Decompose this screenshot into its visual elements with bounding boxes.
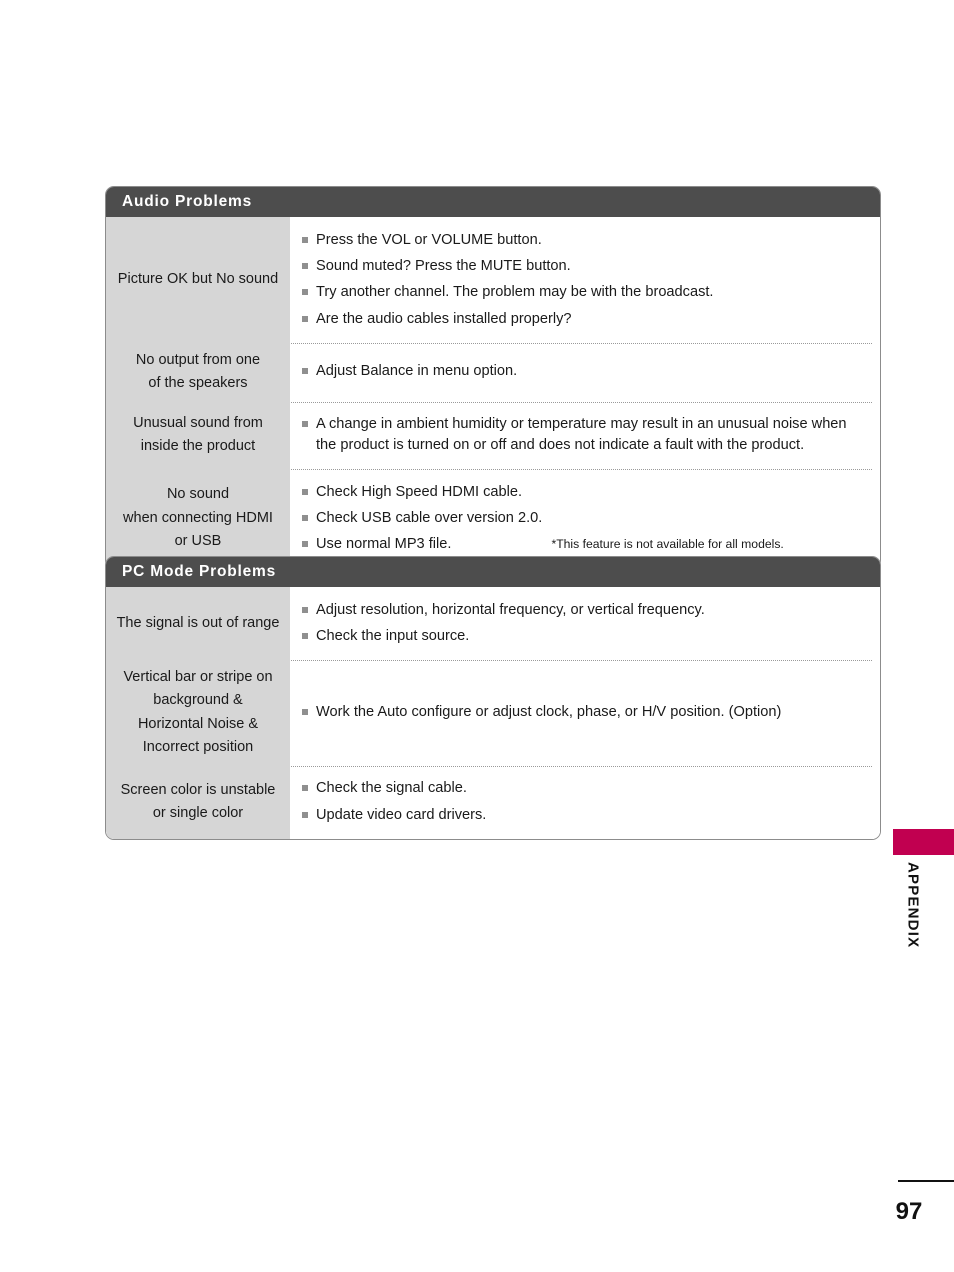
row-label-line: Unusual sound from <box>133 414 263 431</box>
bullet-square-icon <box>302 541 308 548</box>
row-content-cell: Work the Auto configure or adjust clock,… <box>290 660 880 766</box>
table-row: No sound when connecting HDMI or USB Check … <box>106 469 880 569</box>
row-label-line: Incorrect position <box>142 739 254 756</box>
bullet-text: Adjust resolution, horizontal frequency,… <box>316 601 705 618</box>
row-label-cell: Unusual sound from inside the product <box>106 401 290 470</box>
bullet-item: Sound muted? Press the MUTE button. <box>302 256 870 277</box>
table-row: The signal is out of range Adjust resolut… <box>106 587 880 660</box>
bullet-item: Check the input source. <box>302 626 870 647</box>
row-content-cell: Press the VOL or VOLUME button. Sound mut… <box>290 217 880 342</box>
appendix-side-label: APPENDIX <box>893 862 933 1042</box>
row-label-line: No output from one <box>135 351 261 368</box>
bullet-item: Adjust Balance in menu option. <box>302 361 870 382</box>
bullet-text: Check USB cable over version 2.0. <box>316 509 543 526</box>
audio-problems-table: Audio Problems Picture OK but No sound Pr… <box>105 186 881 570</box>
row-content-cell: Check the signal cable. Update video card… <box>290 766 880 839</box>
row-label-line: when connecting HDMI <box>123 509 273 526</box>
bullet-text: Adjust Balance in menu option. <box>316 363 518 380</box>
row-label-cell: Vertical bar or stripe on background & Hor… <box>106 659 290 766</box>
bullet-square-icon <box>302 289 308 296</box>
bullet-square-icon <box>302 633 308 640</box>
bullet-item: Work the Auto configure or adjust clock,… <box>302 702 870 723</box>
bullet-text: A change in ambient humidity or temperat… <box>316 416 847 454</box>
row-label-line: Picture OK but No sound <box>117 271 279 288</box>
bullet-item: Adjust resolution, horizontal frequency,… <box>302 600 870 621</box>
pc-mode-problems-table: PC Mode Problems The signal is out of ra… <box>105 556 881 840</box>
row-label-line: No sound <box>166 486 230 503</box>
bullet-square-icon <box>302 606 308 613</box>
row-label-line: or single color <box>152 805 244 822</box>
row-content-cell: Check High Speed HDMI cable. Check USB ca… <box>290 469 880 568</box>
bullet-square-icon <box>302 709 308 716</box>
table-row: Picture OK but No sound Press the VOL or … <box>106 217 880 343</box>
bullet-square-icon <box>302 263 308 270</box>
bullet-item: A change in ambient humidity or temperat… <box>302 414 870 457</box>
row-label-line: of the speakers <box>148 375 248 392</box>
row-content-cell: Adjust Balance in menu option. <box>290 343 880 402</box>
appendix-accent-tab <box>893 829 954 855</box>
bullet-text: Check the input source. <box>316 628 470 645</box>
bullet-text: Try another channel. The problem may be … <box>316 284 714 301</box>
table-row: Vertical bar or stripe on background & Hor… <box>106 659 880 766</box>
page-number: 97 <box>895 1198 923 1225</box>
row-label-line: Screen color is unstable <box>120 781 276 798</box>
row-label-cell: No output from one of the speakers <box>106 342 290 402</box>
bullet-square-icon <box>302 488 308 495</box>
bullet-text: Sound muted? Press the MUTE button. <box>316 258 571 275</box>
bullet-text: Update video card drivers. <box>316 806 487 823</box>
row-label-text: No sound when connecting HDMI or USB <box>123 483 273 553</box>
row-label-text: Picture OK but No sound <box>118 268 278 291</box>
bullet-text: Work the Auto configure or adjust clock,… <box>316 704 782 721</box>
bullet-square-icon <box>302 368 308 375</box>
row-content-cell: Adjust resolution, horizontal frequency,… <box>290 587 880 660</box>
bullet-text: Use normal MP3 file. <box>316 536 452 553</box>
bullet-item: Try another channel. The problem may be … <box>302 282 870 303</box>
bullet-square-icon <box>302 421 308 428</box>
row-label-text: Vertical bar or stripe on background & Hor… <box>123 666 272 760</box>
section-header-audio: Audio Problems <box>106 187 880 218</box>
bullet-square-icon <box>302 315 308 322</box>
bullet-item: Check the signal cable. <box>302 778 870 799</box>
table-row: No output from one of the speakers Adjust … <box>106 342 880 402</box>
section-header-pc-mode: PC Mode Problems <box>106 557 880 588</box>
row-label-text: Screen color is unstable or single color <box>121 779 276 826</box>
bullet-square-icon <box>302 514 308 521</box>
bullet-item: Update video card drivers. <box>302 805 870 826</box>
bullet-text: Press the VOL or VOLUME button. <box>316 231 542 248</box>
bullet-item: Check High Speed HDMI cable. <box>302 482 870 503</box>
page-canvas: Audio Problems Picture OK but No sound Pr… <box>0 0 954 1272</box>
row-label-line: The signal is out of range <box>116 614 280 631</box>
bullet-item: Are the audio cables installed properly? <box>302 309 870 330</box>
row-label-text: Unusual sound from inside the product <box>133 412 263 459</box>
row-label-text: The signal is out of range <box>117 612 280 635</box>
row-label-line: inside the product <box>140 438 256 455</box>
bullet-square-icon <box>302 785 308 792</box>
row-label-text: No output from one of the speakers <box>136 349 260 396</box>
page-number-rule <box>898 1180 954 1182</box>
row-label-cell: Screen color is unstable or single color <box>106 765 290 839</box>
bullet-item: Check USB cable over version 2.0. <box>302 508 870 529</box>
table-row: Unusual sound from inside the product A ch… <box>106 401 880 470</box>
bullet-item: Press the VOL or VOLUME button. <box>302 230 870 251</box>
bullet-with-footnote: Use normal MP3 file. *This feature is not… <box>302 532 870 558</box>
row-label-cell: No sound when connecting HDMI or USB <box>106 469 290 569</box>
bullet-text: Check High Speed HDMI cable. <box>316 483 523 500</box>
table-row: Screen color is unstable or single color C… <box>106 765 880 839</box>
row-label-line: Vertical bar or stripe on <box>123 668 273 685</box>
footnote-text: *This feature is not available for all m… <box>551 537 784 552</box>
row-content-cell: A change in ambient humidity or temperat… <box>290 402 880 470</box>
appendix-side-label-text: APPENDIX <box>904 862 922 949</box>
bullet-square-icon <box>302 811 308 818</box>
row-label-line: or USB <box>174 533 222 550</box>
bullet-square-icon <box>302 236 308 243</box>
bullet-text: Check the signal cable. <box>316 780 467 797</box>
row-label-line: background & <box>153 692 243 709</box>
bullet-item: Use normal MP3 file. <box>302 534 451 555</box>
pc-mode-problems-rows: The signal is out of range Adjust resolut… <box>106 587 880 839</box>
row-label-cell: Picture OK but No sound <box>106 217 290 343</box>
bullet-text: Are the audio cables installed properly? <box>316 310 572 327</box>
row-label-cell: The signal is out of range <box>106 587 290 660</box>
audio-problems-rows: Picture OK but No sound Press the VOL or … <box>106 217 880 569</box>
row-label-line: Horizontal Noise & <box>137 715 259 732</box>
